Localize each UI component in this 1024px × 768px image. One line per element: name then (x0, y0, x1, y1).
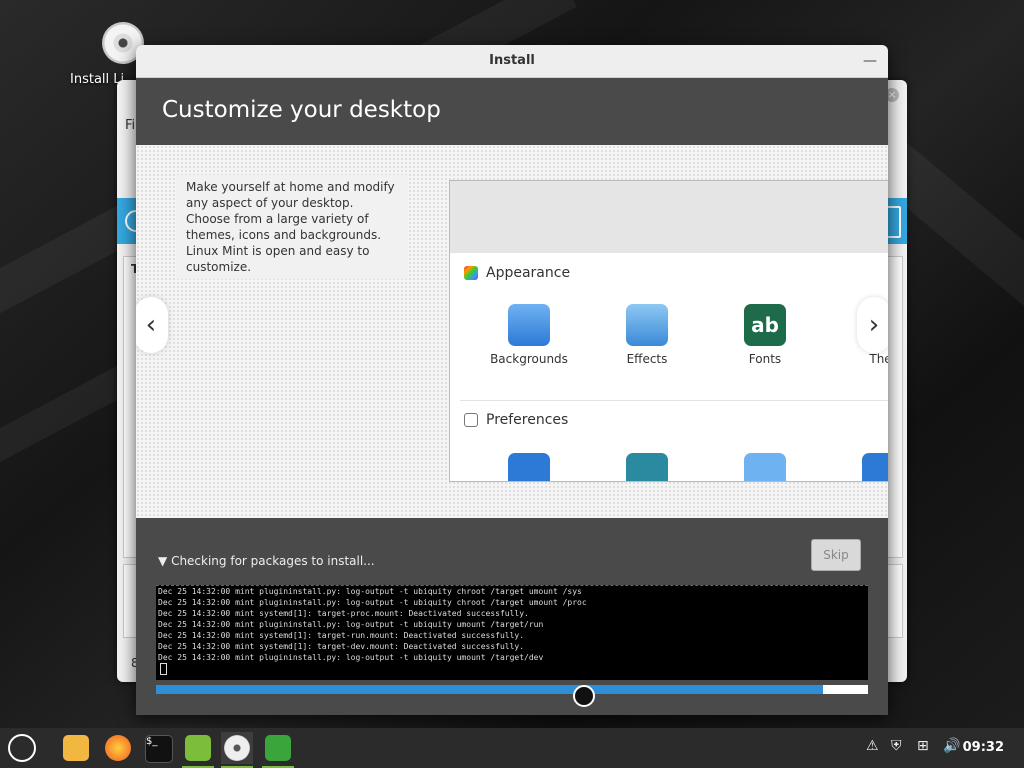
shield-icon (265, 735, 291, 761)
disc-icon (224, 735, 250, 761)
log-line: Dec 25 14:32:00 mint plugininstall.py: l… (158, 620, 544, 629)
triangle-down-icon: ▼ (158, 554, 168, 568)
fonts-icon: ab (744, 304, 786, 346)
preference-app-icon (744, 453, 786, 481)
preference-item (720, 453, 810, 481)
busy-spinner-icon (573, 685, 595, 707)
network-icon[interactable]: ⊞ (917, 738, 929, 754)
security-launcher[interactable] (262, 732, 294, 768)
page-title: Customize your desktop (162, 97, 441, 123)
log-line: Dec 25 14:32:00 mint systemd[1]: target-… (158, 609, 529, 618)
preferences-section: Preferences (464, 412, 568, 428)
install-window: Install — Customize your desktop Make yo… (136, 45, 888, 715)
slide-description: Make yourself at home and modify any asp… (176, 175, 408, 279)
firefox-launcher[interactable] (102, 732, 134, 764)
install-status[interactable]: ▼ Checking for packages to install... (158, 554, 375, 568)
appearance-section: Appearance (464, 265, 570, 281)
effects-label: Effects (626, 352, 668, 366)
log-line: Dec 25 14:32:00 mint plugininstall.py: l… (158, 598, 587, 607)
volume-icon[interactable]: 🔊 (943, 738, 960, 754)
files-launcher[interactable] (60, 732, 92, 764)
preferences-label: Preferences (486, 412, 569, 428)
log-cursor-line (156, 663, 868, 678)
slide-previous-button[interactable]: ‹ (136, 297, 168, 353)
log-line: Dec 25 14:32:00 mint plugininstall.py: l… (158, 653, 544, 662)
terminal-glyph: $_ (146, 736, 158, 747)
backgrounds-icon (508, 304, 550, 346)
fonts-item: ab Fonts (720, 304, 810, 366)
desktop-icon-label: Install Li (70, 72, 125, 87)
installer-task[interactable] (221, 732, 253, 768)
preference-item (484, 453, 574, 481)
log-terminal: Dec 25 14:32:00 mint plugininstall.py: l… (156, 585, 868, 680)
menu-button[interactable] (6, 732, 38, 764)
slide-next-button[interactable]: › (857, 297, 888, 353)
effects-icon (626, 304, 668, 346)
preference-item (838, 453, 888, 481)
log-line: Dec 25 14:32:00 mint systemd[1]: target-… (158, 631, 525, 640)
clock[interactable]: 09:32 (963, 740, 1004, 755)
terminal-launcher[interactable]: $_ (142, 732, 174, 764)
status-text: Checking for packages to install... (171, 554, 375, 568)
window-titlebar[interactable]: Install — (136, 45, 888, 78)
fonts-label: Fonts (748, 352, 782, 366)
progress-fill (156, 685, 824, 694)
preferences-icon (464, 413, 478, 427)
effects-item: Effects (602, 304, 692, 366)
screenshot-header (450, 181, 888, 253)
firefox-icon (105, 735, 131, 761)
folder-icon (63, 735, 89, 761)
themes-label: Ther (869, 352, 888, 366)
backgrounds-label: Backgrounds (490, 352, 568, 366)
section-divider (460, 400, 888, 401)
background-label: Fi (125, 118, 136, 133)
install-progress-bar (156, 685, 868, 694)
window-title: Install (489, 53, 535, 68)
slideshow: Make yourself at home and modify any asp… (136, 145, 888, 518)
update-shield-icon[interactable]: ⛨ (891, 738, 902, 754)
skip-button[interactable]: Skip (811, 539, 861, 571)
clock-icon (862, 453, 888, 481)
appearance-label: Appearance (486, 265, 571, 281)
taskbar: $_ ⚠ ⛨ ⊞ 🔊 09:32 (0, 728, 1024, 768)
preference-item (602, 453, 692, 481)
chevron-right-icon: › (868, 310, 880, 340)
log-line: Dec 25 14:32:00 mint systemd[1]: target-… (158, 642, 525, 651)
mint-logo-icon (8, 734, 36, 762)
appearance-icon (464, 266, 478, 280)
accessibility-icon (508, 453, 550, 481)
settings-screenshot: Appearance Backgrounds Effects ab Fonts … (449, 180, 888, 482)
mint-icon (185, 735, 211, 761)
notifications-icon[interactable]: ⚠ (866, 738, 879, 754)
chevron-left-icon: ‹ (145, 310, 157, 340)
minimize-icon[interactable]: — (860, 51, 880, 71)
account-icon (626, 453, 668, 481)
install-progress-area: ▼ Checking for packages to install... Sk… (136, 518, 888, 715)
terminal-icon: $_ (145, 735, 173, 763)
log-line: Dec 25 14:32:00 mint plugininstall.py: l… (158, 587, 582, 596)
backgrounds-item: Backgrounds (484, 304, 574, 366)
mint-update-launcher[interactable] (182, 732, 214, 768)
text-cursor (160, 663, 167, 675)
